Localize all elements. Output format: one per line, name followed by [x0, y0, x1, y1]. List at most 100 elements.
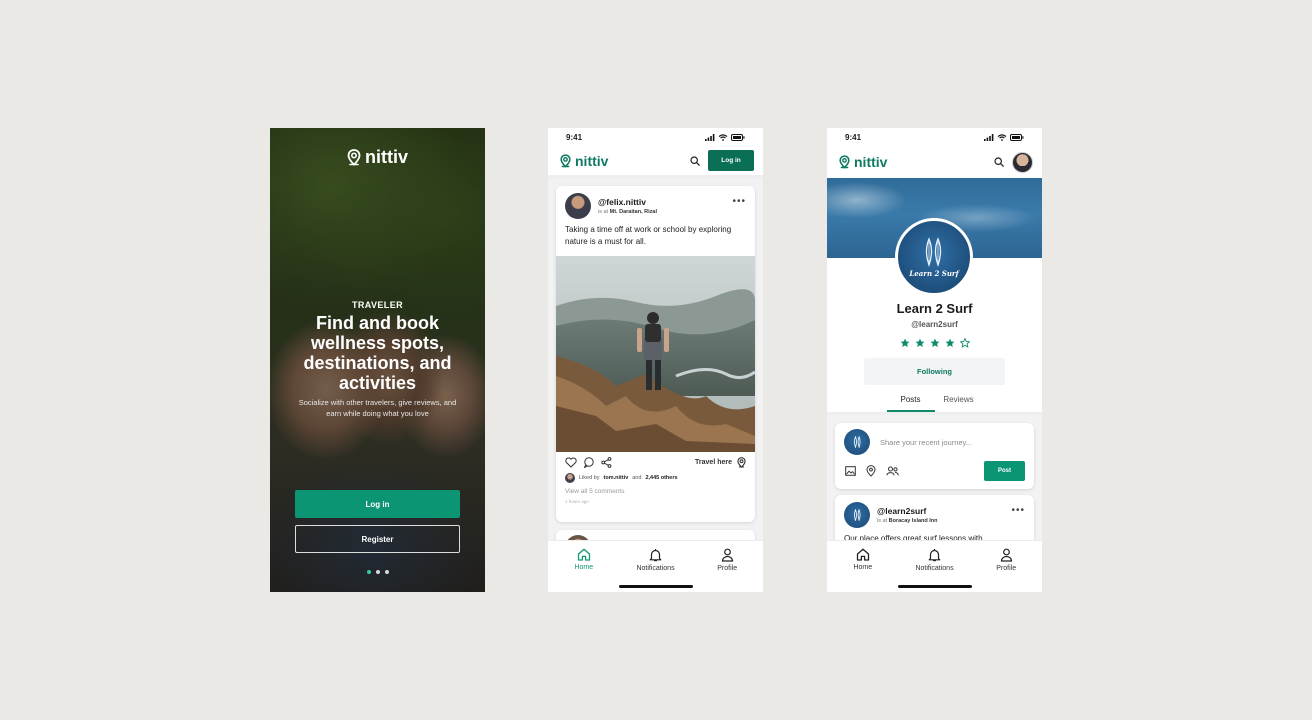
- post-actions: Travel here: [556, 452, 755, 468]
- pager-dot-active[interactable]: [366, 570, 371, 574]
- map-pin-logo-icon: [839, 155, 850, 169]
- home-icon: [577, 548, 590, 561]
- comment-icon[interactable]: [583, 457, 595, 468]
- post-button[interactable]: Post: [984, 461, 1025, 481]
- brand-logo[interactable]: nittiv: [560, 153, 608, 169]
- nav-home[interactable]: Home: [827, 541, 899, 592]
- app-header: nittiv Log in: [548, 146, 763, 178]
- status-bar: 9:41: [566, 131, 745, 143]
- signal-icon: [705, 133, 715, 141]
- pager-dot[interactable]: [384, 570, 389, 574]
- profile-feed[interactable]: Share your recent journey... Post @learn…: [827, 412, 1042, 540]
- liked-user[interactable]: tom.nittiv: [604, 475, 629, 481]
- feed-screen: 9:41 nittiv Log in @felix.nittiv is at M…: [548, 128, 763, 592]
- status-time: 9:41: [566, 132, 583, 142]
- map-pin-icon: [737, 457, 746, 468]
- status-bar: 9:41: [845, 131, 1024, 143]
- composer-input[interactable]: Share your recent journey...: [880, 438, 972, 447]
- star-filled-icon: [930, 338, 939, 347]
- view-comments-link[interactable]: View all 5 comments: [556, 483, 755, 495]
- bell-icon: [928, 549, 941, 562]
- nav-profile[interactable]: Profile: [691, 541, 763, 592]
- surfboard-icon: [925, 236, 942, 267]
- post-location: is at Boracay Island Inn: [877, 518, 938, 524]
- battery-icon: [731, 133, 745, 141]
- post-location-name[interactable]: Mt. Daraitan, Rizal: [610, 209, 657, 215]
- rating-stars: [827, 338, 1042, 348]
- star-empty-icon: [959, 338, 970, 348]
- header-login-button[interactable]: Log in: [708, 150, 754, 171]
- avatar: [844, 429, 870, 455]
- image-icon[interactable]: [845, 466, 856, 476]
- profile-name: Learn 2 Surf: [896, 301, 973, 316]
- post-location-name[interactable]: Boracay Island Inn: [889, 518, 938, 524]
- heart-icon[interactable]: [565, 457, 577, 468]
- wifi-icon: [997, 133, 1007, 141]
- battery-icon: [1010, 133, 1024, 141]
- hero-subtitle: Socialize with other travelers, give rev…: [298, 398, 457, 418]
- more-options-icon[interactable]: •••: [732, 196, 746, 207]
- brand-name: nittiv: [575, 152, 609, 169]
- more-options-icon[interactable]: •••: [1011, 505, 1025, 516]
- home-indicator: [898, 585, 972, 588]
- post-composer: Share your recent journey... Post: [835, 423, 1034, 489]
- pager-dots: [270, 570, 485, 574]
- post-card: @felix.nittiv is at Mt. Daraitan, Rizal …: [556, 186, 755, 522]
- post-username[interactable]: @learn2surf: [877, 506, 938, 516]
- tab-reviews[interactable]: Reviews: [935, 392, 983, 412]
- surfboard-icon: [853, 509, 860, 521]
- star-filled-icon: [915, 338, 924, 347]
- status-time: 9:41: [845, 132, 862, 142]
- hero-title: Find and book wellness spots, destinatio…: [303, 313, 452, 393]
- following-button[interactable]: Following: [864, 358, 1005, 385]
- login-button[interactable]: Log in: [295, 490, 460, 518]
- profile-handle: @learn2surf: [911, 320, 958, 329]
- post-card: [556, 530, 755, 540]
- post-username[interactable]: @felix.nittiv: [598, 197, 657, 207]
- register-button[interactable]: Register: [295, 525, 460, 553]
- post-text: Taking a time off at work or school by e…: [565, 225, 732, 246]
- hero-kicker: TRAVELER: [351, 300, 404, 310]
- avatar[interactable]: [1012, 151, 1033, 173]
- post-card: @learn2surf is at Boracay Island Inn •••…: [835, 495, 1034, 540]
- tag-people-icon[interactable]: [886, 466, 899, 476]
- tab-posts[interactable]: Posts: [886, 392, 935, 412]
- post-text: Our place offers great surf lessons with: [844, 534, 983, 540]
- brand-logo[interactable]: nittiv: [839, 154, 887, 170]
- home-icon: [856, 548, 869, 561]
- post-photo[interactable]: [556, 256, 755, 452]
- profile-logo[interactable]: Learn 2 Surf: [895, 218, 973, 296]
- liked-by: Liked by tom.nittiv and 2,445 others: [556, 468, 755, 483]
- avatar[interactable]: [565, 193, 591, 219]
- travel-here-button[interactable]: Travel here: [695, 457, 746, 468]
- hero-copy: TRAVELER Find and book wellness spots, d…: [288, 300, 467, 419]
- home-indicator: [619, 585, 693, 588]
- location-icon[interactable]: [866, 465, 876, 477]
- profile-screen: 9:41 nittiv Learn 2 Surf Learn 2 Surf @l…: [827, 128, 1042, 592]
- avatar[interactable]: [844, 502, 870, 528]
- brand-name: nittiv: [854, 154, 888, 170]
- share-icon[interactable]: [601, 457, 612, 468]
- star-filled-icon: [945, 338, 954, 347]
- feed-list[interactable]: @felix.nittiv is at Mt. Daraitan, Rizal …: [548, 178, 763, 540]
- app-header: nittiv: [827, 146, 1042, 178]
- wifi-icon: [718, 133, 728, 141]
- star-filled-icon: [900, 338, 909, 347]
- bell-icon: [649, 549, 662, 562]
- profile-icon: [721, 548, 733, 562]
- search-icon[interactable]: [994, 157, 1004, 167]
- nav-home[interactable]: Home: [548, 541, 620, 592]
- post-timestamp: 1 hours ago: [565, 499, 589, 504]
- liked-others[interactable]: 2,445 others: [645, 475, 677, 481]
- map-pin-logo-icon: [347, 149, 361, 166]
- profile-tabs: Posts Reviews: [827, 392, 1042, 412]
- nav-profile[interactable]: Profile: [970, 541, 1042, 592]
- onboarding-screen: nittiv TRAVELER Find and book wellness s…: [270, 128, 485, 592]
- search-icon[interactable]: [690, 155, 700, 166]
- post-location: is at Mt. Daraitan, Rizal: [598, 209, 657, 215]
- profile-icon: [1000, 548, 1012, 562]
- pager-dot[interactable]: [375, 570, 380, 574]
- avatar: [565, 473, 575, 483]
- map-pin-logo-icon: [560, 153, 571, 168]
- brand-name: nittiv: [365, 147, 408, 167]
